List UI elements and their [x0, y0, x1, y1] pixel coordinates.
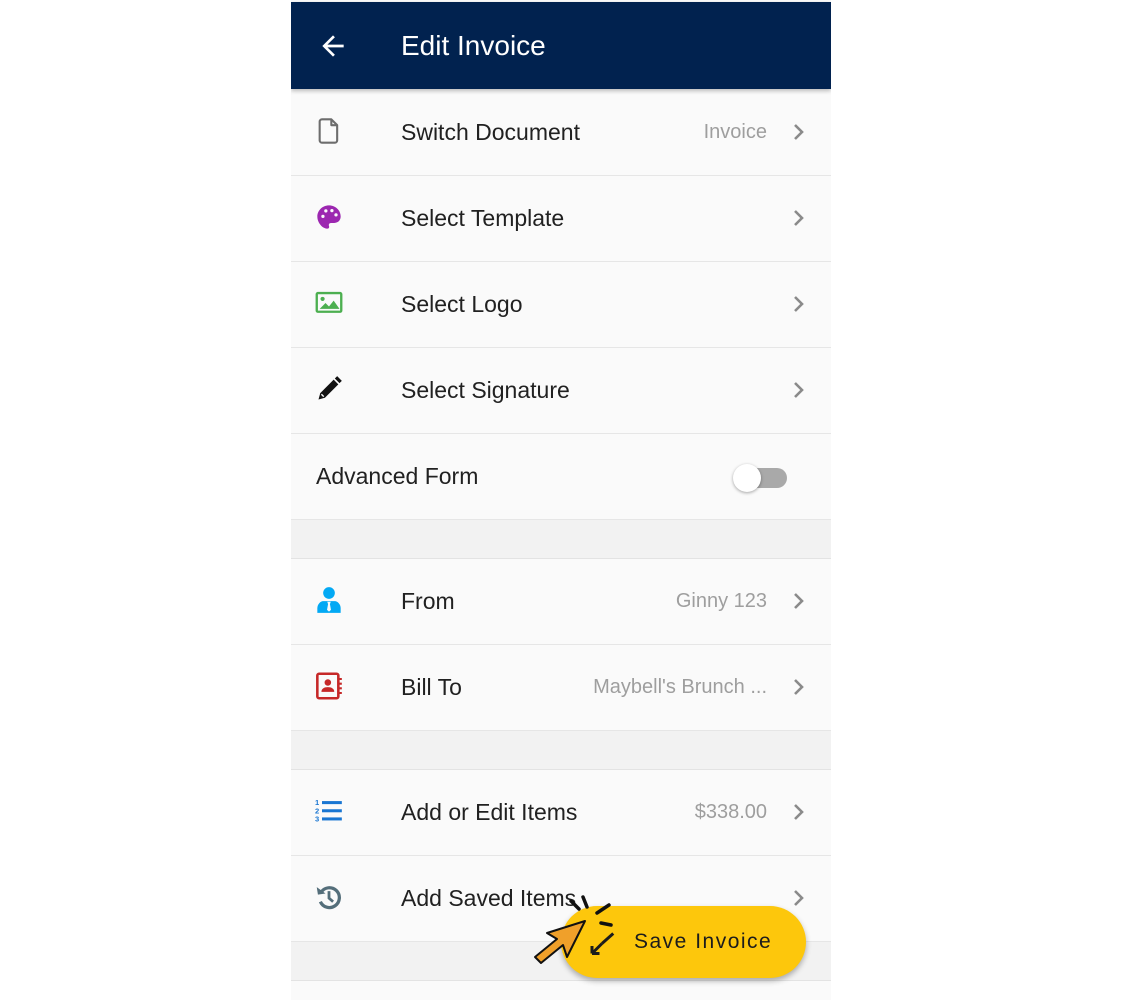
- bill-to-value: Maybell's Brunch ...: [593, 676, 767, 698]
- save-invoice-label: Save Invoice: [634, 930, 773, 953]
- contact-book-icon: [316, 672, 342, 700]
- numbered-list-icon: 1 2 3: [315, 798, 342, 824]
- switch-document-row[interactable]: Switch Document Invoice: [291, 90, 831, 176]
- from-row[interactable]: From Ginny 123: [291, 559, 831, 645]
- from-value: Ginny 123: [675, 590, 767, 612]
- page-title: Edit Invoice: [401, 30, 546, 61]
- settings-list: Switch Document Invoice Select Template …: [291, 90, 831, 981]
- select-template-row[interactable]: Select Template: [291, 176, 831, 262]
- chevron-right-icon: [794, 382, 804, 398]
- chevron-right-icon: [794, 210, 804, 226]
- add-edit-items-label: Add or Edit Items: [401, 799, 578, 825]
- phone-screen: Edit Invoice Switch Document Invoice Sel…: [291, 0, 831, 1000]
- chevron-right-icon: [794, 890, 804, 906]
- bill-to-label: Bill To: [401, 674, 462, 700]
- select-logo-row[interactable]: Select Logo: [291, 262, 831, 348]
- advanced-form-label: Advanced Form: [316, 463, 479, 489]
- add-saved-items-label: Add Saved Items: [401, 885, 577, 911]
- arrow-left-icon[interactable]: [317, 30, 349, 62]
- palette-icon: [317, 205, 341, 229]
- select-signature-label: Select Signature: [401, 377, 570, 403]
- history-icon: [316, 886, 341, 910]
- save-icon: [590, 932, 615, 955]
- document-type-value: Invoice: [703, 121, 767, 143]
- toggle-thumb: [733, 464, 761, 492]
- add-edit-items-row[interactable]: 1 2 3 Add or Edit Items $338.00: [291, 770, 831, 856]
- advanced-form-toggle[interactable]: [733, 464, 787, 492]
- section-divider: [291, 731, 831, 770]
- person-icon: [317, 587, 341, 613]
- select-template-label: Select Template: [401, 205, 565, 231]
- app-bar: Edit Invoice: [291, 2, 831, 89]
- chevron-right-icon: [794, 296, 804, 312]
- svg-text:3: 3: [315, 815, 319, 824]
- switch-document-label: Switch Document: [401, 119, 580, 145]
- image-icon: [315, 291, 343, 313]
- select-logo-label: Select Logo: [401, 291, 523, 317]
- chevron-right-icon: [794, 679, 804, 695]
- chevron-right-icon: [794, 124, 804, 140]
- chevron-right-icon: [794, 593, 804, 609]
- items-total-value: $338.00: [694, 801, 767, 823]
- pencil-icon: [318, 376, 342, 400]
- document-icon: [318, 118, 339, 144]
- from-label: From: [401, 588, 455, 614]
- advanced-form-row: Advanced Form: [291, 434, 831, 520]
- section-divider: [291, 520, 831, 559]
- bill-to-row[interactable]: Bill To Maybell's Brunch ...: [291, 645, 831, 731]
- select-signature-row[interactable]: Select Signature: [291, 348, 831, 434]
- save-invoice-button[interactable]: Save Invoice: [561, 906, 806, 978]
- chevron-right-icon: [794, 804, 804, 820]
